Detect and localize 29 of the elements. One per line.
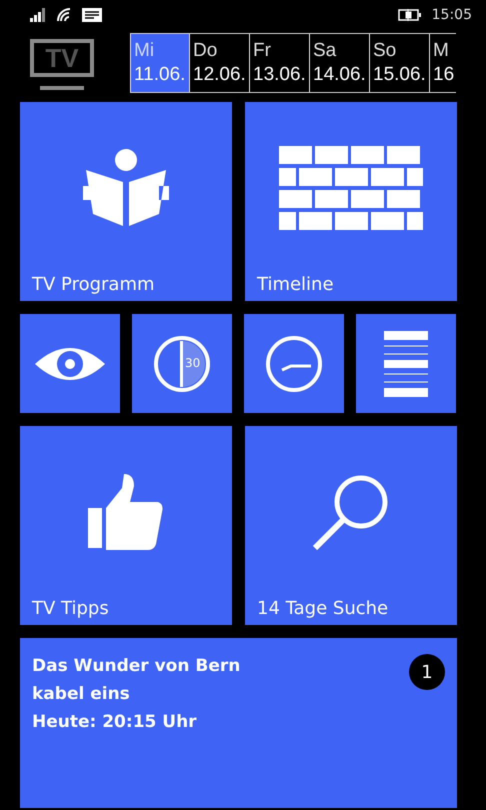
battery-charging-icon (398, 9, 422, 21)
reader-icon (83, 148, 169, 228)
menu-tile[interactable]: 14 Tage Suche (245, 426, 457, 625)
day-tab[interactable]: Sa 14.06. (310, 34, 370, 92)
menu-tile[interactable]: Timeline (245, 102, 457, 301)
count-badge: 1 (409, 654, 445, 690)
menu-tile[interactable]: TV Programm (20, 102, 232, 301)
day-tab[interactable]: Do 12.06. (190, 34, 250, 92)
message-icon (82, 8, 102, 22)
small-tile[interactable] (20, 314, 120, 413)
signal-icon (30, 8, 46, 22)
day-tab[interactable]: Fr 13.06. (250, 34, 310, 92)
day-tab[interactable]: So 15.06. (370, 34, 430, 92)
thumbs-up-icon (88, 474, 164, 550)
wifi-icon (56, 8, 72, 22)
timer-icon (153, 334, 211, 392)
tip-text: Heute: 20:15 Uhr (32, 711, 197, 734)
tip-tile[interactable]: Das Wunder von Bern kabel eins Heute: 20:15 Uhr 1 (20, 638, 457, 808)
tip-text: kabel eins (32, 683, 130, 706)
tip-text: Das Wunder von Bern (32, 655, 240, 678)
small-tile[interactable] (244, 314, 344, 413)
timer-minutes: 30 (185, 356, 200, 370)
small-tile[interactable] (356, 314, 456, 413)
menu-tile[interactable]: TV Tipps (20, 426, 232, 625)
day-tab[interactable]: M 16 (430, 34, 454, 92)
clock-time: 15:05 (432, 7, 472, 23)
clock-icon (265, 334, 323, 392)
day-tab[interactable]: Mi 11.06. (130, 34, 190, 92)
brick-wall-icon (279, 146, 423, 230)
